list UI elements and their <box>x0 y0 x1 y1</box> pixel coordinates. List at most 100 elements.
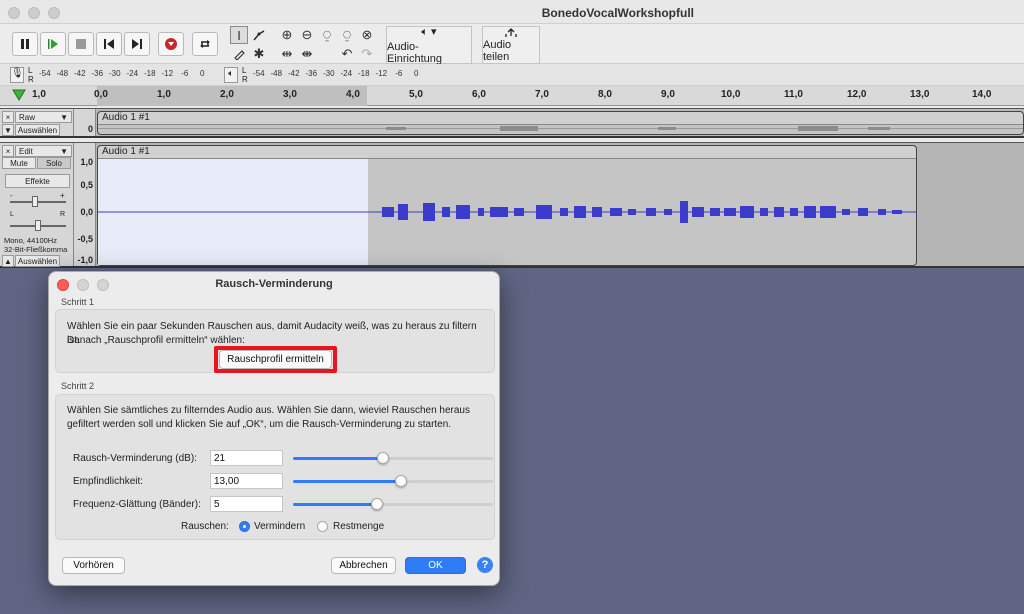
meter-tick: -48 <box>270 69 283 78</box>
frequency-smoothing-slider[interactable] <box>293 498 493 510</box>
expand-arrow-icon: ▲ <box>4 256 12 266</box>
close-window-button[interactable] <box>8 7 20 19</box>
slider-thumb[interactable] <box>371 498 383 510</box>
gain-slider-thumb[interactable] <box>32 196 38 207</box>
pause-button[interactable] <box>12 32 38 56</box>
track-select-button[interactable]: Auswählen <box>15 255 60 267</box>
residue-radio-label[interactable]: Restmenge <box>333 521 384 532</box>
audio-clip[interactable]: Audio 1 #1 <box>97 145 917 266</box>
silence-button[interactable]: ⇼ <box>298 45 316 63</box>
scale-label: 1,0 <box>80 157 93 167</box>
slider-thumb[interactable] <box>377 452 389 464</box>
fit-selection-button[interactable]: ⍜ <box>318 26 336 44</box>
collapse-button[interactable]: ▼ <box>2 124 14 136</box>
residue-radio[interactable] <box>317 521 328 532</box>
reduce-radio[interactable] <box>239 521 250 532</box>
loop-button[interactable] <box>192 32 218 56</box>
noise-reduction-db-label: Rausch-Verminderung (dB): <box>73 453 197 464</box>
track-name-menu[interactable]: Edit ▼ <box>15 145 72 157</box>
pan-slider[interactable] <box>10 220 66 231</box>
audio-clip[interactable]: Audio 1 #1 <box>97 111 1024 135</box>
silence-icon: ⇼ <box>301 46 313 61</box>
collapse-button[interactable]: ▲ <box>2 255 14 267</box>
noise-reduction-db-slider[interactable] <box>293 452 493 464</box>
slider-fill <box>293 480 401 483</box>
play-head-icon[interactable] <box>12 89 26 101</box>
pause-icon <box>21 39 29 49</box>
preview-button[interactable]: Vorhören <box>62 557 125 574</box>
track-select-button[interactable]: Auswählen <box>15 124 60 136</box>
effects-button[interactable]: Effekte <box>5 174 70 188</box>
fit-project-button[interactable]: ⍜ <box>338 26 356 44</box>
track-bitdepth-line: 32-Bit-Fließkomma <box>4 245 68 254</box>
mute-button[interactable]: Mute <box>2 157 36 169</box>
track-name-menu[interactable]: Raw ▼ <box>15 111 72 123</box>
select-label: Auswählen <box>17 256 58 266</box>
meter-tick: -36 <box>91 69 104 78</box>
track-close-button[interactable]: × <box>2 145 14 157</box>
zoom-out-button[interactable]: ⊖ <box>298 26 316 44</box>
envelope-tool[interactable] <box>250 26 268 44</box>
scale-label: 0 <box>87 124 93 134</box>
timeline-ruler[interactable]: 1,0 0,0 1,0 2,0 3,0 4,0 5,0 6,0 7,0 8,0 … <box>0 86 1024 106</box>
zoom-window-button[interactable] <box>48 7 60 19</box>
step2-group: Wählen Sie sämtliches zu filterndes Audi… <box>55 394 495 540</box>
play-button[interactable] <box>40 32 66 56</box>
record-meter-button[interactable]: 🎙︎ <box>10 67 24 83</box>
ruler-tick: 0,0 <box>94 89 108 100</box>
vertical-scale: 0 <box>74 109 96 136</box>
ruler-tick: 5,0 <box>409 89 423 100</box>
i-beam-icon: I <box>237 27 241 43</box>
meter-tick: -42 <box>287 69 300 78</box>
track-control-panel: × Raw ▼ ▼ Auswählen <box>0 109 74 136</box>
dropdown-arrow-icon: ▼ <box>60 112 68 122</box>
record-meter-scale[interactable]: -54 -48 -42 -36 -30 -24 -18 -12 -6 0 <box>36 69 211 78</box>
redo-button[interactable]: ↷ <box>358 45 376 63</box>
skip-to-end-button[interactable] <box>124 32 150 56</box>
solo-button[interactable]: Solo <box>37 157 71 169</box>
record-button[interactable] <box>158 32 184 56</box>
trim-button[interactable]: ⇹ <box>278 45 296 63</box>
play-meter-button[interactable]: 🔈︎ <box>224 67 238 83</box>
ruler-tick: 13,0 <box>910 89 930 100</box>
waveform[interactable] <box>98 159 916 265</box>
trim-icon: ⇹ <box>281 46 293 61</box>
step2-label: Schritt 2 <box>61 381 95 391</box>
draw-tool[interactable] <box>230 45 248 63</box>
meter-tick: -6 <box>181 69 189 78</box>
audio-setup-button[interactable]: 🔈︎ ▾ Audio-Einrichtung <box>386 26 472 65</box>
pan-slider-thumb[interactable] <box>35 220 41 231</box>
play-meter-scale[interactable]: -54 -48 -42 -36 -30 -24 -18 -12 -6 0 <box>250 69 425 78</box>
multi-tool[interactable]: ✱ <box>250 45 268 63</box>
minimize-window-button[interactable] <box>28 7 40 19</box>
microphone-icon: 🎙︎ <box>11 68 24 79</box>
ruler-tick: 9,0 <box>661 89 675 100</box>
cancel-button[interactable]: Abbrechen <box>331 557 396 574</box>
get-noise-profile-button[interactable]: Rauschprofil ermitteln <box>219 350 332 369</box>
help-icon[interactable]: ? <box>477 557 493 573</box>
reduce-radio-label[interactable]: Vermindern <box>254 521 305 532</box>
dropdown-arrow-icon: ▼ <box>60 146 68 156</box>
track-close-button[interactable]: × <box>2 111 14 123</box>
frequency-smoothing-input[interactable] <box>210 496 283 512</box>
gain-slider[interactable] <box>10 196 66 207</box>
undo-button[interactable]: ↶ <box>338 45 356 63</box>
selection-tool[interactable]: I <box>230 26 248 44</box>
ruler-tick: 11,0 <box>784 89 803 100</box>
slider-thumb[interactable] <box>395 475 407 487</box>
stop-button[interactable] <box>68 32 94 56</box>
undo-icon: ↶ <box>341 46 353 61</box>
zoom-in-button[interactable]: ⊕ <box>278 26 296 44</box>
zoom-toggle-button[interactable]: ⊗ <box>358 26 376 44</box>
sensitivity-input[interactable] <box>210 473 283 489</box>
ok-button[interactable]: OK <box>405 557 466 574</box>
sensitivity-slider[interactable] <box>293 475 493 487</box>
share-audio-button[interactable]: Audio teilen <box>482 26 540 64</box>
envelope-icon <box>253 30 265 41</box>
close-icon: × <box>5 112 11 122</box>
clip-title: Audio 1 #1 <box>98 146 916 159</box>
window-title: BonedoVocalWorkshopfull <box>541 6 694 20</box>
noise-reduction-db-input[interactable] <box>210 450 283 466</box>
skip-to-start-button[interactable] <box>96 32 122 56</box>
audacity-window: BonedoVocalWorkshopfull I ✱ ⊕ ⊖ ⍜ ⍜ ⊗ ⇹ … <box>0 0 1024 268</box>
